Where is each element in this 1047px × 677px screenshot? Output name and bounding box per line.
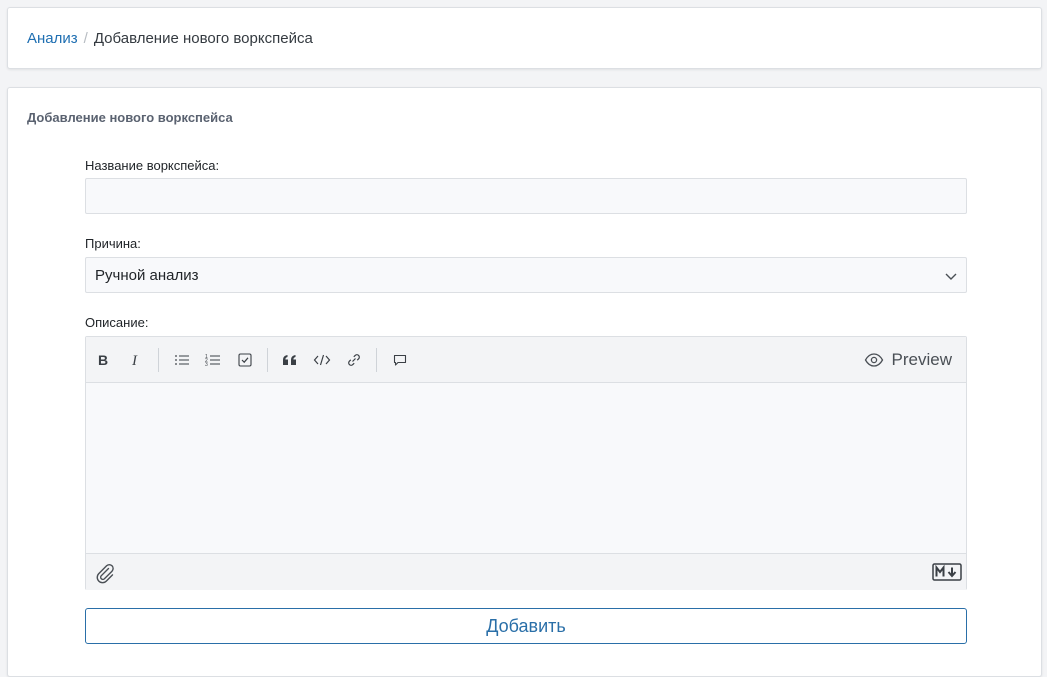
bold-button[interactable]: B xyxy=(91,348,115,372)
breadcrumb-current: Добавление нового воркспейса xyxy=(93,30,313,47)
svg-text:B: B xyxy=(98,352,108,368)
breadcrumb-link-analysis[interactable]: Анализ xyxy=(27,30,78,47)
bullet-list-button[interactable] xyxy=(170,348,194,372)
eye-icon xyxy=(864,353,883,367)
preview-button[interactable]: Preview xyxy=(864,348,952,372)
bullet-list-icon xyxy=(175,355,189,365)
svg-text:I: I xyxy=(131,353,138,368)
comment-button[interactable] xyxy=(388,348,412,372)
checklist-icon xyxy=(238,353,252,367)
workspace-name-input[interactable] xyxy=(85,178,967,214)
ordered-list-button[interactable]: 1 2 3 xyxy=(201,348,225,372)
reason-selected-value: Ручной анализ xyxy=(95,267,199,284)
markdown-editor: B I 1 2 3 Preview xyxy=(85,336,967,590)
comment-icon xyxy=(393,354,407,366)
code-button[interactable] xyxy=(310,348,334,372)
svg-text:3: 3 xyxy=(205,362,208,368)
markdown-icon xyxy=(932,563,962,581)
form-card: Добавление нового воркспейса Название во… xyxy=(7,87,1042,677)
breadcrumb-separator: / xyxy=(83,30,88,47)
toolbar-divider xyxy=(376,348,377,372)
italic-icon: I xyxy=(131,353,138,368)
section-title: Добавление нового воркспейса xyxy=(27,110,233,125)
link-button[interactable] xyxy=(342,348,366,372)
description-textarea[interactable] xyxy=(86,383,966,553)
checklist-button[interactable] xyxy=(233,348,257,372)
ordered-list-icon: 1 2 3 xyxy=(205,354,220,368)
quote-icon xyxy=(283,355,296,365)
breadcrumb: Анализ / Добавление нового воркспейса xyxy=(27,30,313,48)
paperclip-icon[interactable] xyxy=(94,562,116,584)
bold-icon: B xyxy=(98,352,108,368)
preview-label: Preview xyxy=(891,350,952,369)
editor-toolbar: B I 1 2 3 Preview xyxy=(86,337,966,383)
toolbar-divider xyxy=(158,348,159,372)
chevron-down-icon xyxy=(945,273,957,280)
reason-label: Причина: xyxy=(85,236,141,251)
workspace-name-label: Название воркспейса: xyxy=(85,158,220,173)
description-label: Описание: xyxy=(85,315,149,330)
reason-select[interactable]: Ручной анализ xyxy=(85,257,967,293)
breadcrumb-card: Анализ / Добавление нового воркспейса xyxy=(7,7,1042,69)
quote-button[interactable] xyxy=(278,348,302,372)
editor-footer xyxy=(86,553,966,590)
toolbar-divider xyxy=(267,348,268,372)
code-icon xyxy=(313,354,331,366)
add-workspace-button[interactable]: Добавить xyxy=(85,608,967,644)
link-icon xyxy=(348,354,360,366)
italic-button[interactable]: I xyxy=(124,348,148,372)
